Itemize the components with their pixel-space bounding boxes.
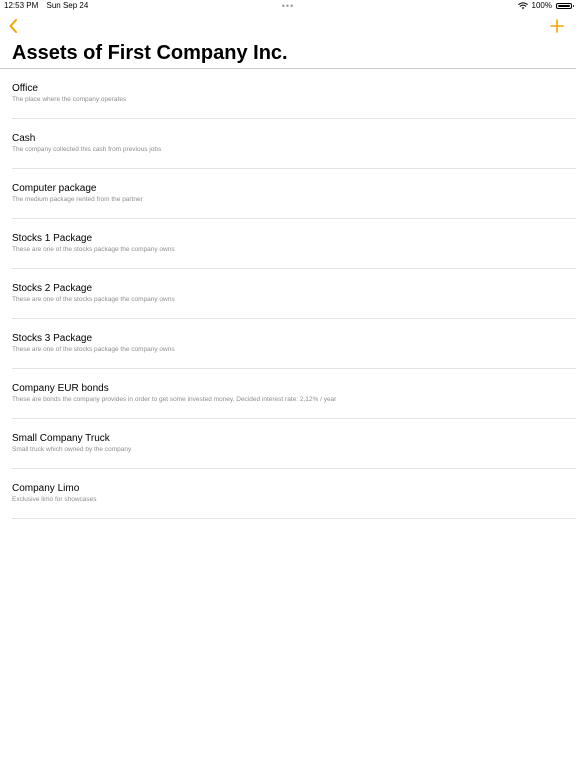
- wifi-icon: [517, 2, 528, 10]
- asset-description: These are one of the stocks package the …: [12, 346, 175, 353]
- asset-description: The company collected this cash from pre…: [12, 146, 162, 153]
- asset-row-stocks-2-package[interactable]: Stocks 2 Package These are one of the st…: [12, 269, 576, 319]
- multitasking-dots[interactable]: •••: [282, 0, 294, 12]
- status-time: 12:53 PM: [4, 1, 39, 10]
- asset-title: Computer package: [12, 183, 97, 194]
- asset-description: Exclusive limo for showcases: [12, 496, 97, 503]
- asset-row-company-limo[interactable]: Company Limo Exclusive limo for showcase…: [12, 469, 576, 519]
- asset-description: The place where the company operates: [12, 96, 127, 103]
- asset-row-company-eur-bonds[interactable]: Company EUR bonds These are bonds the co…: [12, 369, 576, 419]
- add-asset-button[interactable]: [548, 17, 566, 35]
- asset-row-stocks-1-package[interactable]: Stocks 1 Package These are one of the st…: [12, 219, 576, 269]
- asset-title: Stocks 1 Package: [12, 233, 93, 244]
- asset-title: Cash: [12, 133, 36, 144]
- back-button[interactable]: [6, 17, 22, 35]
- asset-row-office[interactable]: Office The place where the company opera…: [12, 69, 576, 119]
- asset-title: Small Company Truck: [12, 433, 110, 444]
- asset-row-computer-package[interactable]: Computer package The medium package rent…: [12, 169, 576, 219]
- plus-icon: [550, 19, 564, 33]
- asset-row-small-company-truck[interactable]: Small Company Truck Small truck which ow…: [12, 419, 576, 469]
- navigation-bar: [0, 14, 576, 38]
- status-right: 100%: [517, 0, 574, 12]
- asset-description: The medium package rented from the partn…: [12, 196, 143, 203]
- status-bar: 12:53 PM Sun Sep 24 ••• 100%: [0, 0, 576, 12]
- asset-title: Office: [12, 83, 38, 94]
- asset-title: Stocks 3 Package: [12, 333, 93, 344]
- status-left: 12:53 PM Sun Sep 24: [4, 0, 94, 12]
- battery-percentage: 100%: [531, 1, 552, 10]
- page-title: Assets of First Company Inc.: [12, 42, 288, 64]
- asset-title: Stocks 2 Package: [12, 283, 93, 294]
- asset-row-cash[interactable]: Cash The company collected this cash fro…: [12, 119, 576, 169]
- asset-description: These are one of the stocks package the …: [12, 246, 175, 253]
- asset-description: Small truck which owned by the company: [12, 446, 132, 453]
- asset-row-stocks-3-package[interactable]: Stocks 3 Package These are one of the st…: [12, 319, 576, 369]
- battery-icon: [556, 3, 574, 9]
- chevron-left-icon: [9, 19, 17, 33]
- asset-list: Office The place where the company opera…: [12, 69, 576, 519]
- asset-description: These are bonds the company provides in …: [12, 396, 337, 403]
- asset-description: These are one of the stocks package the …: [12, 296, 175, 303]
- asset-title: Company Limo: [12, 483, 80, 494]
- asset-title: Company EUR bonds: [12, 383, 109, 394]
- status-date: Sun Sep 24: [46, 1, 89, 10]
